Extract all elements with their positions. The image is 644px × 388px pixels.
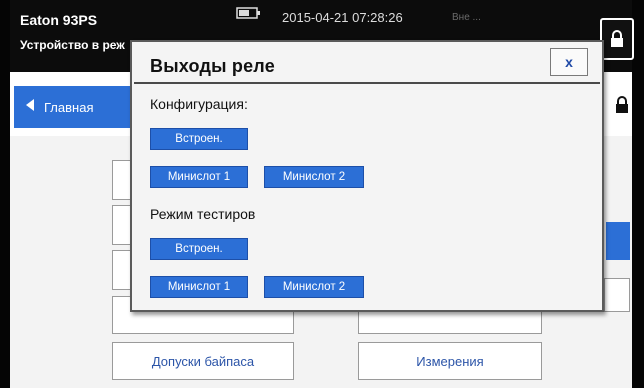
test-mode-label: Режим тестиров [150,206,256,222]
ups-screen: Eaton 93PS Устройство в реж 2015-04-21 0… [0,0,644,388]
screen-bezel-left [0,0,10,388]
config-minislot2-button[interactable]: Минислот 2 [264,166,364,188]
close-button[interactable]: x [550,48,588,76]
close-icon: x [565,54,573,70]
test-minislot2-button[interactable]: Минислот 2 [264,276,364,298]
relay-outputs-dialog: Выходы реле x Конфигурация: Встроен. Мин… [130,40,604,312]
title-divider [134,82,600,84]
screen-bezel-right [632,0,644,388]
battery-icon [236,7,260,19]
configuration-label: Конфигурация: [150,96,248,112]
status-text: Вне ... [452,12,481,23]
measurements-button[interactable]: Измерения [358,342,542,380]
back-arrow-icon [26,99,34,111]
lock-icon [616,96,628,113]
config-minislot1-button[interactable]: Минислот 1 [150,166,248,188]
bypass-limits-button[interactable]: Допуски байпаса [112,342,294,380]
datetime: 2015-04-21 07:28:26 [282,10,403,25]
lock-button[interactable] [600,18,634,60]
config-builtin-button[interactable]: Встроен. [150,128,248,150]
home-nav-label: Главная [44,99,94,115]
dialog-title: Выходы реле [150,56,275,76]
test-minislot1-button[interactable]: Минислот 1 [150,276,248,298]
menu-button-hidden[interactable] [112,250,132,290]
model-name: Eaton 93PS [20,12,98,28]
lock-icon [611,30,623,47]
device-mode: Устройство в реж [20,38,125,52]
home-nav-button[interactable]: Главная [14,86,132,128]
menu-button-selected-edge[interactable] [606,222,630,260]
menu-button-hidden-right[interactable] [604,278,630,312]
menu-button-hidden[interactable] [112,160,132,200]
menu-button-hidden[interactable] [112,205,132,245]
lock-indicator[interactable] [612,90,632,120]
test-builtin-button[interactable]: Встроен. [150,238,248,260]
